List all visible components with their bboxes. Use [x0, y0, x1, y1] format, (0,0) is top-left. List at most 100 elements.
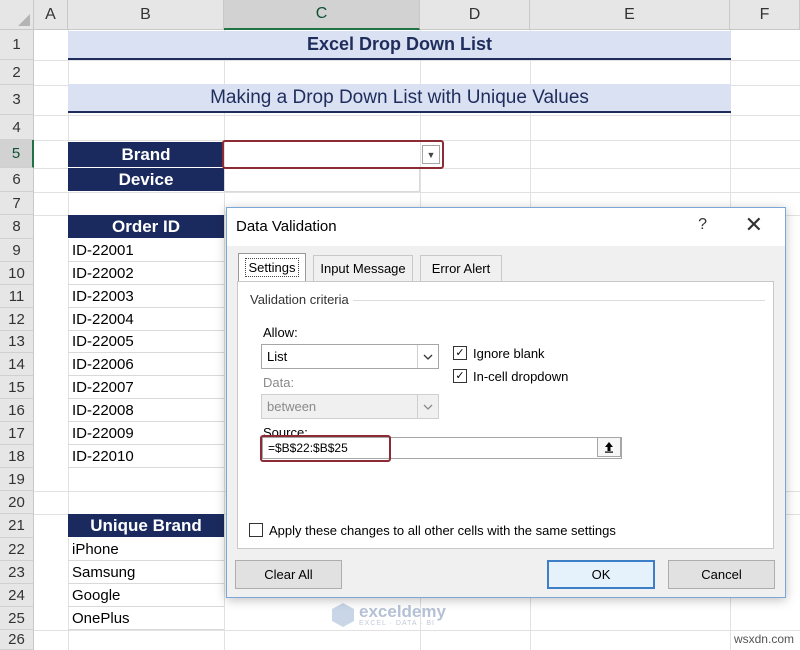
unique-brand-cell[interactable]: iPhone [68, 538, 224, 561]
cancel-button[interactable]: Cancel [668, 560, 775, 589]
brand-label-cell: Brand [68, 142, 224, 168]
clear-all-button[interactable]: Clear All [235, 560, 342, 589]
exceldemy-watermark: exceldemy EXCEL · DATA · BI [332, 603, 446, 627]
site-watermark: wsxdn.com [733, 632, 794, 646]
row-header[interactable]: 16 [0, 399, 34, 422]
allow-select[interactable]: List [261, 344, 439, 369]
row-header[interactable]: 22 [0, 538, 34, 561]
row-header[interactable]: 26 [0, 630, 34, 650]
sheet-title: Excel Drop Down List [68, 31, 731, 60]
row-header[interactable]: 25 [0, 607, 34, 630]
row-header[interactable]: 2 [0, 60, 34, 85]
apply-all-checkbox[interactable] [249, 523, 263, 537]
help-icon[interactable]: ? [698, 216, 707, 234]
unique-brand-header: Unique Brand [68, 514, 224, 538]
order-id-cell[interactable]: ID-22008 [68, 399, 224, 422]
row-header[interactable]: 19 [0, 468, 34, 491]
ignore-blank-checkbox[interactable]: ✓ [453, 346, 467, 360]
data-validation-dialog: Data Validation ? ✕ Settings Input Messa… [226, 207, 786, 598]
row-header[interactable]: 10 [0, 262, 34, 285]
ignore-blank-label[interactable]: Ignore blank [473, 346, 545, 361]
exceldemy-logo-icon [332, 603, 354, 627]
order-id-cell[interactable]: ID-22003 [68, 285, 224, 308]
order-id-cell[interactable]: ID-22007 [68, 376, 224, 399]
gridline [34, 115, 800, 116]
row-header[interactable]: 15 [0, 376, 34, 399]
order-id-cell[interactable]: ID-22009 [68, 422, 224, 445]
collapse-arrow-icon [605, 442, 613, 453]
apply-all-label[interactable]: Apply these changes to all other cells w… [269, 523, 616, 538]
unique-brand-cell[interactable]: Samsung [68, 561, 224, 584]
gridline [224, 30, 225, 650]
order-id-cell[interactable]: ID-22005 [68, 331, 224, 353]
watermark-name: exceldemy [359, 601, 446, 621]
group-divider [343, 300, 765, 301]
column-header-a[interactable]: A [34, 0, 68, 30]
row-header[interactable]: 1 [0, 30, 34, 60]
watermark-tagline: EXCEL · DATA · BI [359, 619, 435, 627]
chevron-down-icon [417, 345, 438, 368]
source-highlight [260, 435, 391, 462]
close-icon[interactable]: ✕ [745, 212, 763, 238]
sheet-subtitle: Making a Drop Down List with Unique Valu… [68, 84, 731, 113]
column-header-f[interactable]: F [730, 0, 800, 30]
row-header[interactable]: 8 [0, 215, 34, 239]
row-header[interactable]: 9 [0, 239, 34, 262]
dialog-title: Data Validation [236, 218, 337, 235]
column-header-b[interactable]: B [68, 0, 224, 30]
row-header[interactable]: 11 [0, 285, 34, 308]
row-header[interactable]: 21 [0, 514, 34, 538]
data-label: Data: [263, 375, 295, 390]
row-header[interactable]: 4 [0, 115, 34, 140]
column-header-e[interactable]: E [530, 0, 730, 30]
select-all-icon [18, 14, 30, 26]
allow-value: List [267, 349, 288, 364]
brand-dropdown-cell[interactable] [222, 140, 444, 169]
select-all-corner[interactable] [0, 0, 34, 30]
tab-settings-label: Settings [244, 258, 300, 277]
collapse-dialog-button[interactable] [597, 437, 621, 457]
row-header[interactable]: 24 [0, 584, 34, 607]
row-header[interactable]: 18 [0, 445, 34, 468]
settings-panel: Validation criteria Allow: List Data: be… [237, 281, 774, 549]
row-header[interactable]: 7 [0, 192, 34, 215]
chevron-down-icon: ▼ [426, 149, 436, 160]
order-id-cell[interactable]: ID-22004 [68, 308, 224, 331]
row-header[interactable]: 6 [0, 168, 34, 192]
row-header[interactable]: 13 [0, 331, 34, 353]
order-id-cell[interactable]: ID-22010 [68, 445, 224, 468]
order-id-cell[interactable]: ID-22002 [68, 262, 224, 285]
ok-button[interactable]: OK [547, 560, 655, 589]
unique-brand-cell[interactable]: OnePlus [68, 607, 224, 630]
in-cell-dropdown-checkbox[interactable]: ✓ [453, 369, 467, 383]
gridline [34, 192, 800, 193]
row-header[interactable]: 23 [0, 561, 34, 584]
order-id-cell[interactable]: ID-22006 [68, 353, 224, 376]
unique-brand-cell[interactable]: Google [68, 584, 224, 607]
chevron-down-icon [417, 395, 438, 418]
column-header-c[interactable]: C [224, 0, 420, 30]
column-header-d[interactable]: D [420, 0, 530, 30]
row-header[interactable]: 3 [0, 85, 34, 115]
gridline [34, 60, 800, 61]
data-select: between [261, 394, 439, 419]
row-header[interactable]: 12 [0, 308, 34, 331]
device-value-cell[interactable] [224, 168, 420, 192]
dialog-title-bar[interactable]: Data Validation ? ✕ [227, 208, 785, 246]
tab-input-message[interactable]: Input Message [313, 255, 413, 281]
row-header[interactable]: 17 [0, 422, 34, 445]
tab-error-alert[interactable]: Error Alert [420, 255, 502, 281]
gridline [34, 630, 800, 631]
row-header[interactable]: 5 [0, 140, 34, 168]
row-header[interactable]: 14 [0, 353, 34, 376]
in-cell-dropdown-label[interactable]: In-cell dropdown [473, 369, 568, 384]
device-label-cell: Device [68, 168, 224, 192]
allow-label: Allow: [263, 325, 298, 340]
cell-dropdown-button[interactable]: ▼ [422, 145, 440, 164]
validation-criteria-title: Validation criteria [250, 292, 353, 307]
order-id-cell[interactable]: ID-22001 [68, 239, 224, 262]
order-id-header: Order ID [68, 215, 224, 239]
tab-settings[interactable]: Settings [238, 253, 306, 281]
row-header[interactable]: 20 [0, 491, 34, 514]
data-value: between [267, 399, 317, 414]
